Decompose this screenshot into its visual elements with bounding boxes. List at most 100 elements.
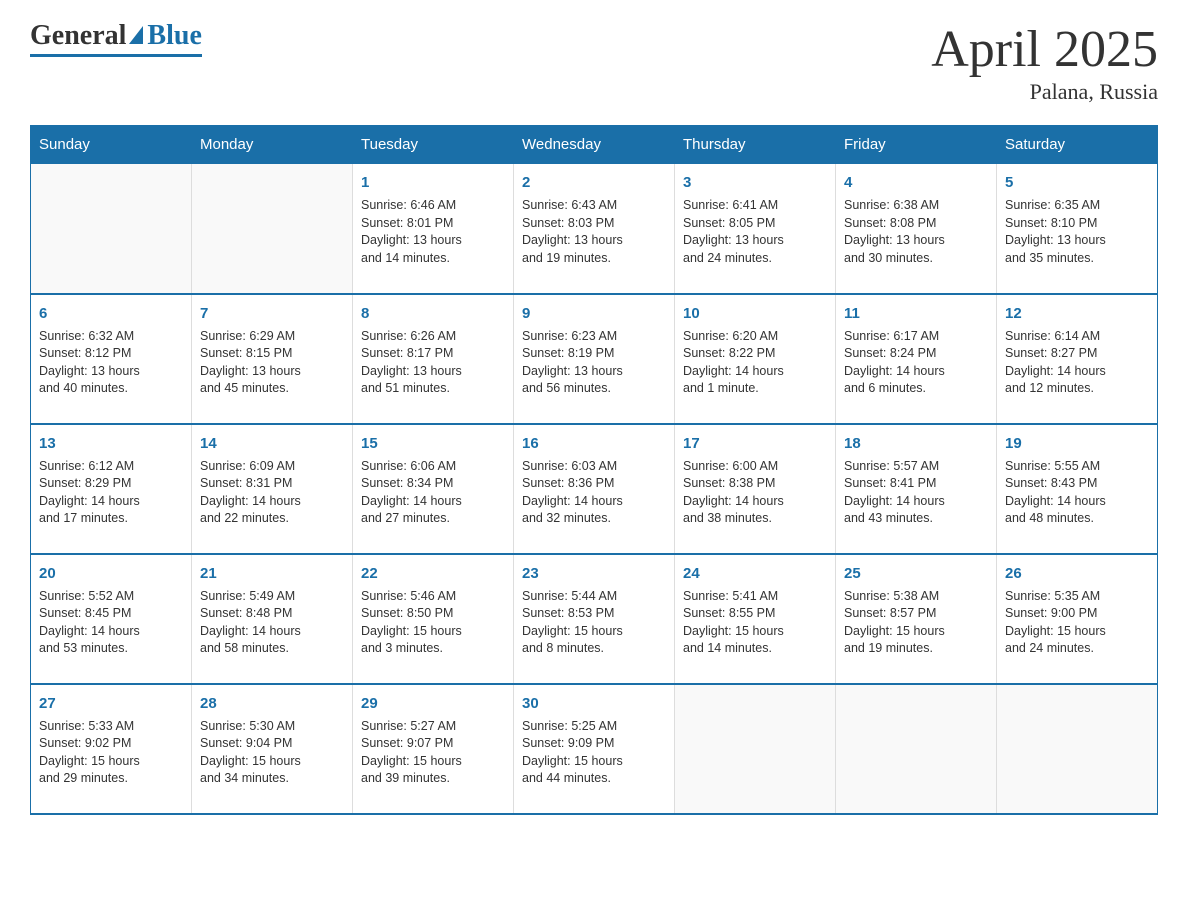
calendar-cell-w2d3: 9Sunrise: 6:23 AMSunset: 8:19 PMDaylight…	[514, 294, 675, 424]
day-info-line: and 58 minutes.	[200, 640, 344, 658]
day-info-line: Daylight: 14 hours	[39, 623, 183, 641]
day-number: 10	[683, 303, 827, 324]
calendar-cell-w4d5: 25Sunrise: 5:38 AMSunset: 8:57 PMDayligh…	[836, 554, 997, 684]
calendar-cell-w5d2: 29Sunrise: 5:27 AMSunset: 9:07 PMDayligh…	[353, 684, 514, 814]
day-info-line: Daylight: 14 hours	[683, 493, 827, 511]
day-info-line: and 34 minutes.	[200, 770, 344, 788]
calendar-cell-w3d2: 15Sunrise: 6:06 AMSunset: 8:34 PMDayligh…	[353, 424, 514, 554]
day-info-line: and 51 minutes.	[361, 380, 505, 398]
day-info-line: Sunrise: 6:12 AM	[39, 458, 183, 476]
day-info-line: Daylight: 15 hours	[39, 753, 183, 771]
day-info-line: Sunset: 8:10 PM	[1005, 215, 1149, 233]
day-info-line: Daylight: 13 hours	[1005, 232, 1149, 250]
day-info-line: Daylight: 15 hours	[522, 753, 666, 771]
day-info-line: and 14 minutes.	[361, 250, 505, 268]
header-saturday: Saturday	[997, 126, 1158, 164]
day-info-line: and 30 minutes.	[844, 250, 988, 268]
day-info-line: Sunrise: 5:55 AM	[1005, 458, 1149, 476]
day-info-line: Daylight: 15 hours	[361, 623, 505, 641]
day-info-line: Sunset: 8:01 PM	[361, 215, 505, 233]
day-info-line: Daylight: 14 hours	[1005, 493, 1149, 511]
day-info-line: Sunset: 8:19 PM	[522, 345, 666, 363]
week-row-4: 20Sunrise: 5:52 AMSunset: 8:45 PMDayligh…	[31, 554, 1158, 684]
day-info-line: Sunset: 8:55 PM	[683, 605, 827, 623]
day-info-line: Sunrise: 5:25 AM	[522, 718, 666, 736]
day-info-line: Daylight: 13 hours	[39, 363, 183, 381]
day-info-line: and 3 minutes.	[361, 640, 505, 658]
day-info-line: Daylight: 13 hours	[200, 363, 344, 381]
day-info-line: Sunset: 9:07 PM	[361, 735, 505, 753]
day-info-line: Sunrise: 6:29 AM	[200, 328, 344, 346]
day-info-line: and 27 minutes.	[361, 510, 505, 528]
day-info-line: and 39 minutes.	[361, 770, 505, 788]
day-info-line: and 8 minutes.	[522, 640, 666, 658]
day-number: 18	[844, 433, 988, 454]
day-info-line: Sunset: 8:57 PM	[844, 605, 988, 623]
calendar-cell-w4d6: 26Sunrise: 5:35 AMSunset: 9:00 PMDayligh…	[997, 554, 1158, 684]
day-info-line: and 32 minutes.	[522, 510, 666, 528]
day-info-line: and 45 minutes.	[200, 380, 344, 398]
day-info-line: Daylight: 14 hours	[200, 493, 344, 511]
day-info-line: Sunrise: 5:52 AM	[39, 588, 183, 606]
day-info-line: Daylight: 13 hours	[361, 363, 505, 381]
day-number: 24	[683, 563, 827, 584]
calendar-cell-w1d3: 2Sunrise: 6:43 AMSunset: 8:03 PMDaylight…	[514, 164, 675, 294]
day-info-line: Daylight: 14 hours	[683, 363, 827, 381]
day-number: 5	[1005, 172, 1149, 193]
day-number: 9	[522, 303, 666, 324]
day-number: 27	[39, 693, 183, 714]
day-info-line: and 24 minutes.	[1005, 640, 1149, 658]
day-info-line: Sunrise: 6:46 AM	[361, 197, 505, 215]
calendar-cell-w2d0: 6Sunrise: 6:32 AMSunset: 8:12 PMDaylight…	[31, 294, 192, 424]
day-number: 8	[361, 303, 505, 324]
day-info-line: and 29 minutes.	[39, 770, 183, 788]
day-info-line: Sunrise: 5:33 AM	[39, 718, 183, 736]
day-info-line: and 19 minutes.	[844, 640, 988, 658]
header-monday: Monday	[192, 126, 353, 164]
day-info-line: and 38 minutes.	[683, 510, 827, 528]
calendar-cell-w5d5	[836, 684, 997, 814]
day-info-line: Daylight: 13 hours	[844, 232, 988, 250]
day-info-line: Sunset: 8:17 PM	[361, 345, 505, 363]
day-info-line: Sunset: 8:41 PM	[844, 475, 988, 493]
day-info-line: Daylight: 14 hours	[361, 493, 505, 511]
day-info-line: Daylight: 13 hours	[361, 232, 505, 250]
day-info-line: Daylight: 14 hours	[200, 623, 344, 641]
calendar-cell-w4d2: 22Sunrise: 5:46 AMSunset: 8:50 PMDayligh…	[353, 554, 514, 684]
calendar-cell-w1d1	[192, 164, 353, 294]
calendar-cell-w4d0: 20Sunrise: 5:52 AMSunset: 8:45 PMDayligh…	[31, 554, 192, 684]
day-info-line: Sunrise: 5:30 AM	[200, 718, 344, 736]
day-info-line: Sunset: 8:03 PM	[522, 215, 666, 233]
day-info-line: Sunrise: 6:26 AM	[361, 328, 505, 346]
day-number: 28	[200, 693, 344, 714]
day-info-line: Sunrise: 5:44 AM	[522, 588, 666, 606]
day-info-line: and 1 minute.	[683, 380, 827, 398]
day-info-line: Sunset: 8:38 PM	[683, 475, 827, 493]
day-info-line: Sunrise: 6:35 AM	[1005, 197, 1149, 215]
calendar-cell-w2d4: 10Sunrise: 6:20 AMSunset: 8:22 PMDayligh…	[675, 294, 836, 424]
day-info-line: Daylight: 15 hours	[683, 623, 827, 641]
day-info-line: Sunset: 8:29 PM	[39, 475, 183, 493]
day-info-line: and 24 minutes.	[683, 250, 827, 268]
header-tuesday: Tuesday	[353, 126, 514, 164]
day-info-line: Sunrise: 5:27 AM	[361, 718, 505, 736]
day-info-line: Daylight: 14 hours	[522, 493, 666, 511]
day-info-line: Sunrise: 6:06 AM	[361, 458, 505, 476]
calendar-cell-w3d1: 14Sunrise: 6:09 AMSunset: 8:31 PMDayligh…	[192, 424, 353, 554]
day-info-line: Sunrise: 5:35 AM	[1005, 588, 1149, 606]
day-info-line: and 44 minutes.	[522, 770, 666, 788]
day-number: 22	[361, 563, 505, 584]
calendar-cell-w3d5: 18Sunrise: 5:57 AMSunset: 8:41 PMDayligh…	[836, 424, 997, 554]
day-info-line: and 48 minutes.	[1005, 510, 1149, 528]
day-number: 23	[522, 563, 666, 584]
day-info-line: Sunrise: 5:46 AM	[361, 588, 505, 606]
day-info-line: and 17 minutes.	[39, 510, 183, 528]
week-row-3: 13Sunrise: 6:12 AMSunset: 8:29 PMDayligh…	[31, 424, 1158, 554]
calendar-cell-w4d4: 24Sunrise: 5:41 AMSunset: 8:55 PMDayligh…	[675, 554, 836, 684]
logo-general-text: General	[30, 20, 126, 52]
day-info-line: Sunrise: 6:14 AM	[1005, 328, 1149, 346]
day-info-line: Sunset: 8:05 PM	[683, 215, 827, 233]
day-info-line: and 6 minutes.	[844, 380, 988, 398]
day-number: 7	[200, 303, 344, 324]
day-info-line: and 14 minutes.	[683, 640, 827, 658]
